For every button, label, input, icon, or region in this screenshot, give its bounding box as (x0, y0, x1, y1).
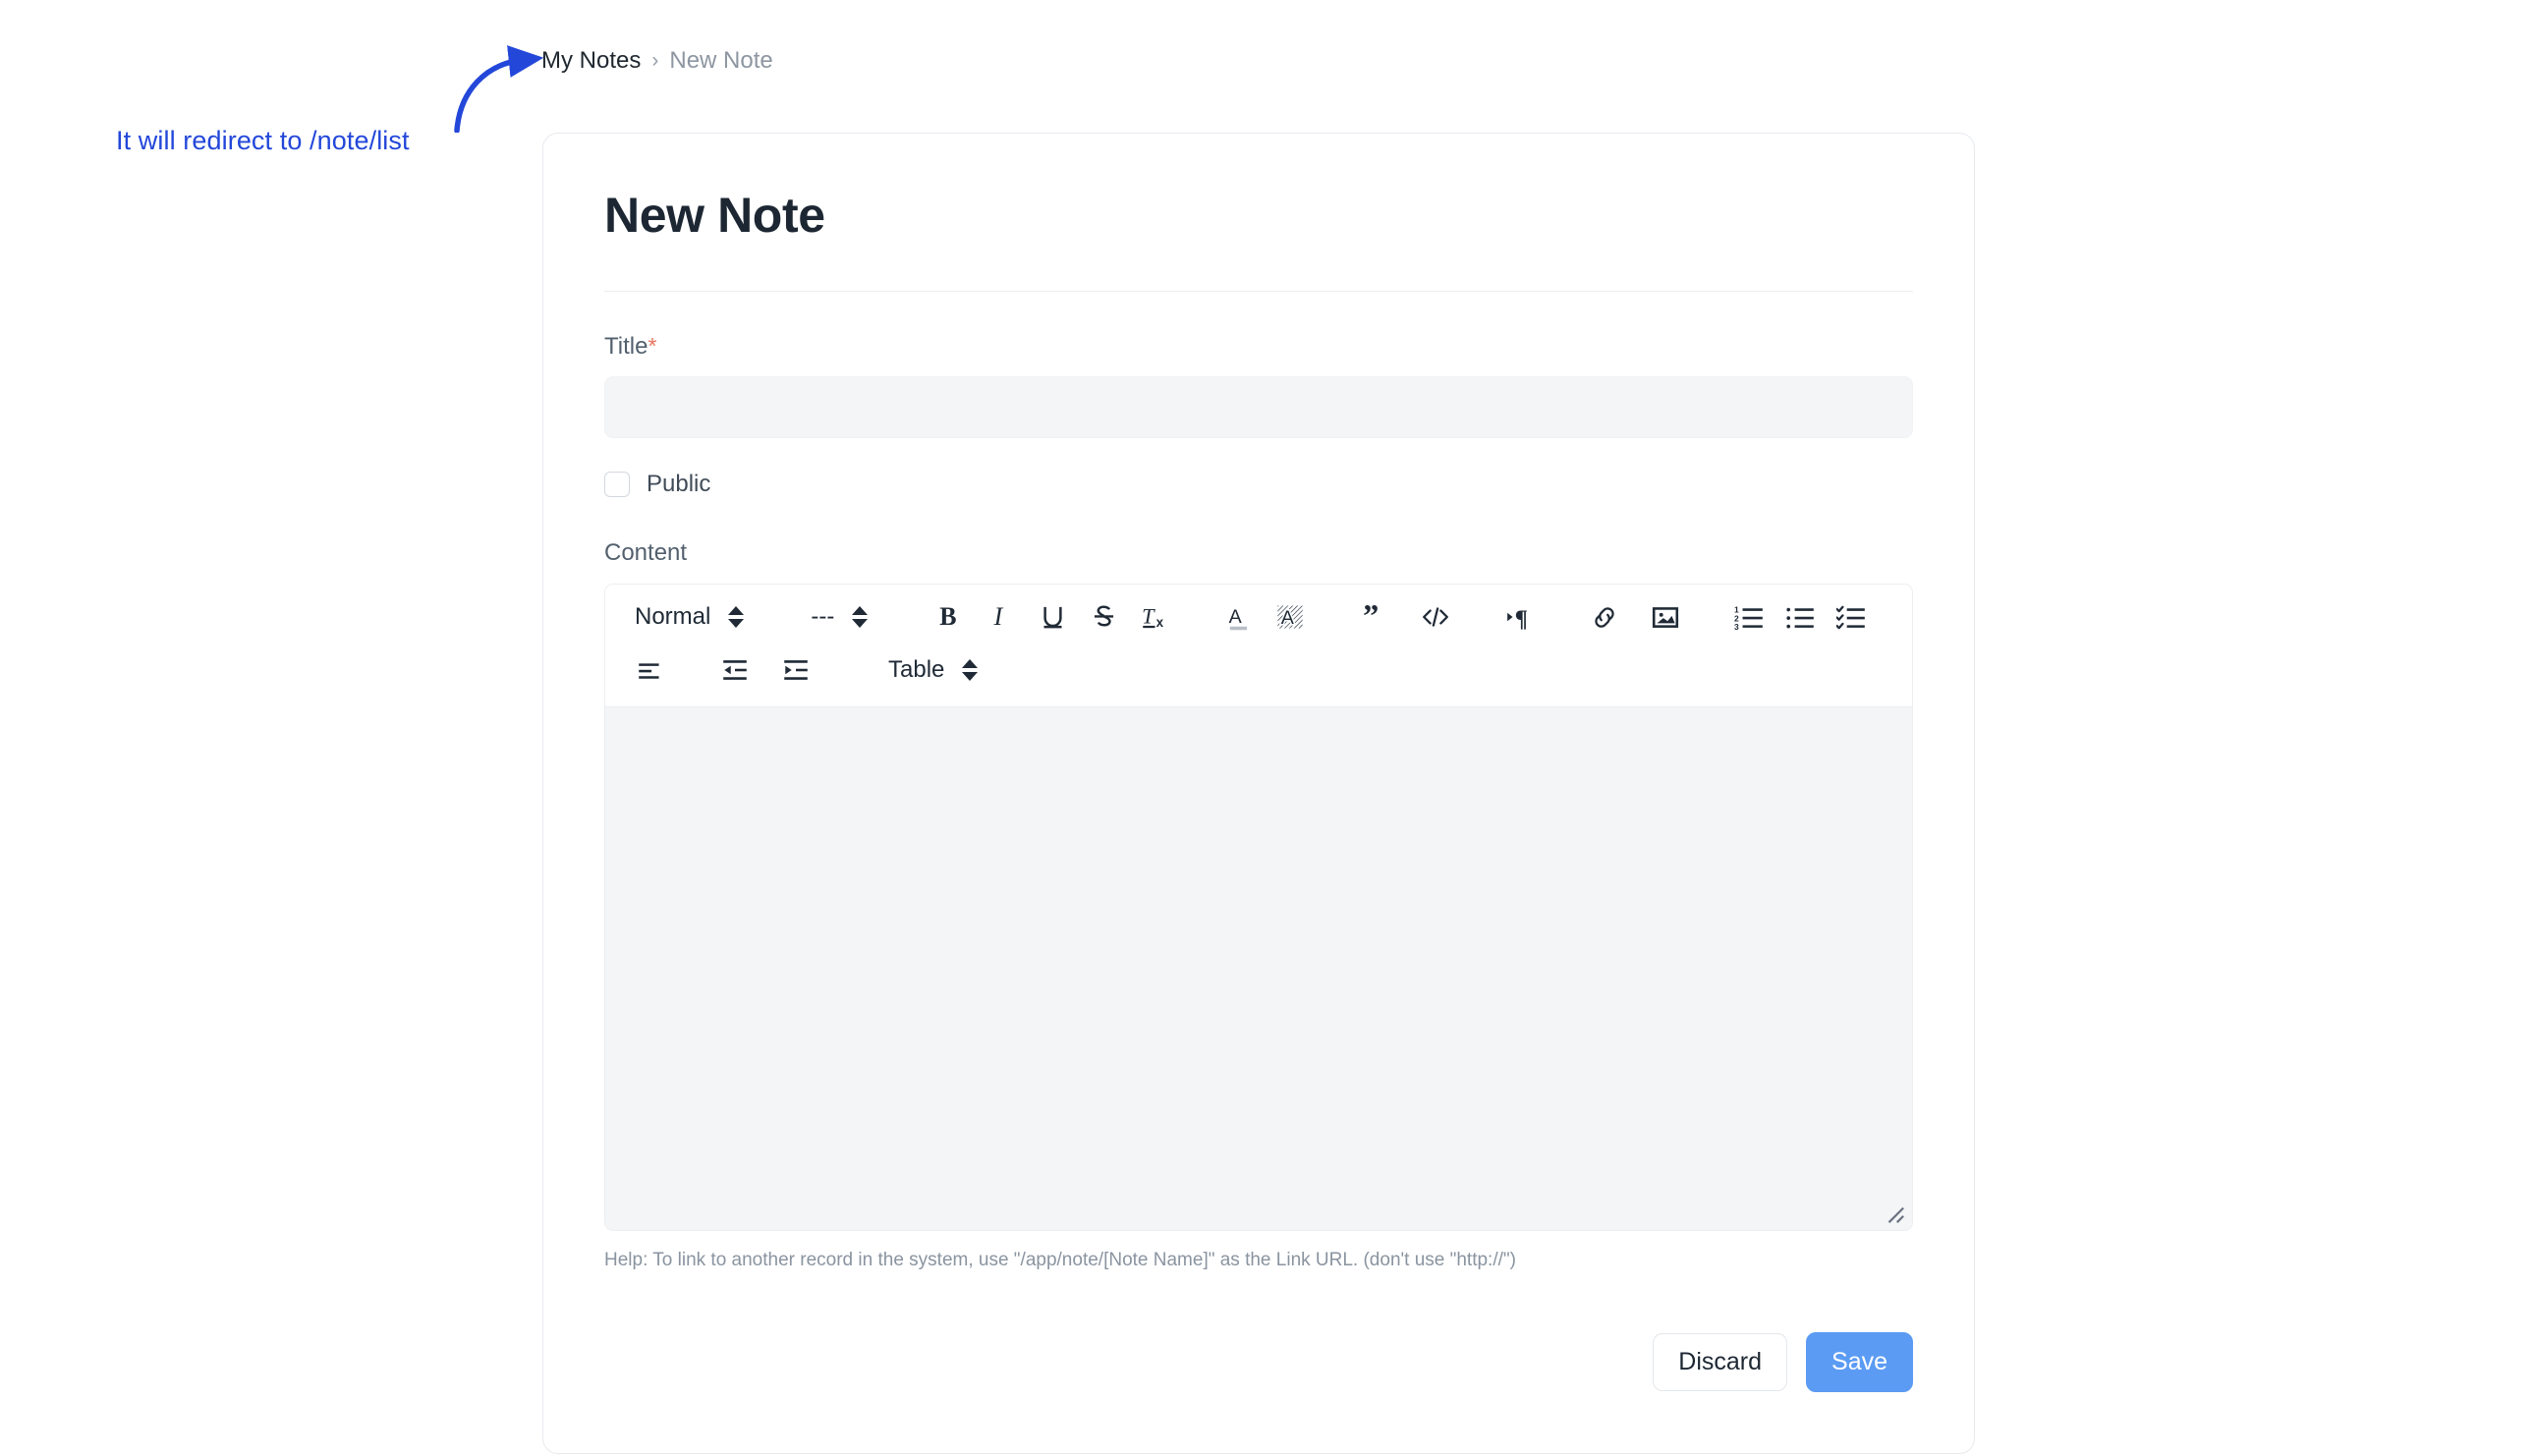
title-field-label: Title* (604, 333, 1913, 361)
svg-text:x: x (1155, 615, 1163, 630)
discard-button[interactable]: Discard (1653, 1333, 1788, 1391)
page-root: It will redirect to /note/list My Notes … (0, 0, 2535, 1456)
svg-text:T: T (1142, 604, 1155, 629)
content-field-label: Content (604, 539, 688, 566)
check-list-button[interactable] (1827, 595, 1878, 639)
title-input[interactable] (604, 376, 1913, 438)
note-form-card: New Note Title* Public Content Normal --… (542, 133, 1975, 1454)
public-checkbox-label: Public (647, 471, 711, 497)
title-divider (604, 291, 1913, 292)
strikethrough-button[interactable] (1078, 595, 1129, 639)
clear-format-button[interactable]: T x (1129, 595, 1180, 639)
font-family-value: --- (811, 603, 835, 630)
indent-button[interactable] (770, 648, 821, 692)
table-select[interactable]: Table (878, 656, 979, 684)
outdent-button[interactable] (709, 648, 760, 692)
breadcrumb-link-my-notes[interactable]: My Notes (541, 47, 641, 75)
title-label-text: Title (604, 333, 648, 360)
public-checkbox[interactable] (604, 472, 630, 497)
form-actions: Discard Save (604, 1332, 1913, 1392)
chevron-updown-icon (962, 659, 979, 681)
blockquote-button[interactable]: ” (1349, 595, 1400, 639)
breadcrumb-separator-icon: › (651, 49, 659, 72)
text-direction-button[interactable]: ¶ (1494, 595, 1546, 639)
link-button[interactable] (1579, 595, 1630, 639)
annotation-label: It will redirect to /note/list (116, 126, 410, 155)
svg-text:A: A (1229, 606, 1243, 628)
public-checkbox-row[interactable]: Public (604, 471, 1913, 498)
bullet-list-button[interactable] (1775, 595, 1827, 639)
toolbar-row-1: Normal --- B I T x A A ” ¶ 1 2 3 (625, 590, 1892, 644)
underline-button[interactable] (1027, 595, 1078, 639)
highlight-color-button[interactable]: A (1265, 595, 1316, 639)
align-left-button[interactable] (625, 648, 676, 692)
content-editable-area[interactable] (605, 706, 1912, 1230)
editor-toolbar: Normal --- B I T x A A ” ¶ 1 2 3 Table (605, 585, 1912, 706)
heading-style-value: Normal (635, 603, 711, 630)
page-title: New Note (604, 188, 825, 243)
required-marker: * (648, 333, 657, 359)
resize-handle[interactable] (1884, 1203, 1905, 1224)
breadcrumb: My Notes › New Note (541, 47, 773, 75)
heading-style-select[interactable]: Normal (625, 603, 745, 631)
rich-text-editor: Normal --- B I T x A A ” ¶ 1 2 3 Table (604, 584, 1913, 1231)
svg-text:I: I (992, 602, 1003, 631)
bold-button[interactable]: B (925, 595, 976, 639)
chevron-updown-icon (852, 606, 869, 628)
image-button[interactable] (1640, 595, 1691, 639)
svg-text:”: ” (1363, 602, 1379, 632)
save-button[interactable]: Save (1806, 1332, 1913, 1392)
breadcrumb-current: New Note (669, 47, 773, 74)
ordered-list-button[interactable]: 1 2 3 (1724, 595, 1775, 639)
code-button[interactable] (1410, 595, 1461, 639)
toolbar-row-2: Table (625, 644, 1892, 697)
curved-arrow-icon (454, 45, 544, 133)
svg-text:3: 3 (1734, 622, 1739, 632)
table-select-value: Table (888, 656, 945, 683)
chevron-updown-icon (728, 606, 745, 628)
italic-button[interactable]: I (976, 595, 1027, 639)
font-color-button[interactable]: A (1213, 595, 1265, 639)
content-help-text: Help: To link to another record in the s… (604, 1250, 1516, 1270)
svg-text:B: B (939, 602, 956, 631)
svg-text:¶: ¶ (1515, 606, 1528, 632)
font-family-select[interactable]: --- (801, 603, 869, 631)
svg-text:A: A (1281, 607, 1295, 629)
